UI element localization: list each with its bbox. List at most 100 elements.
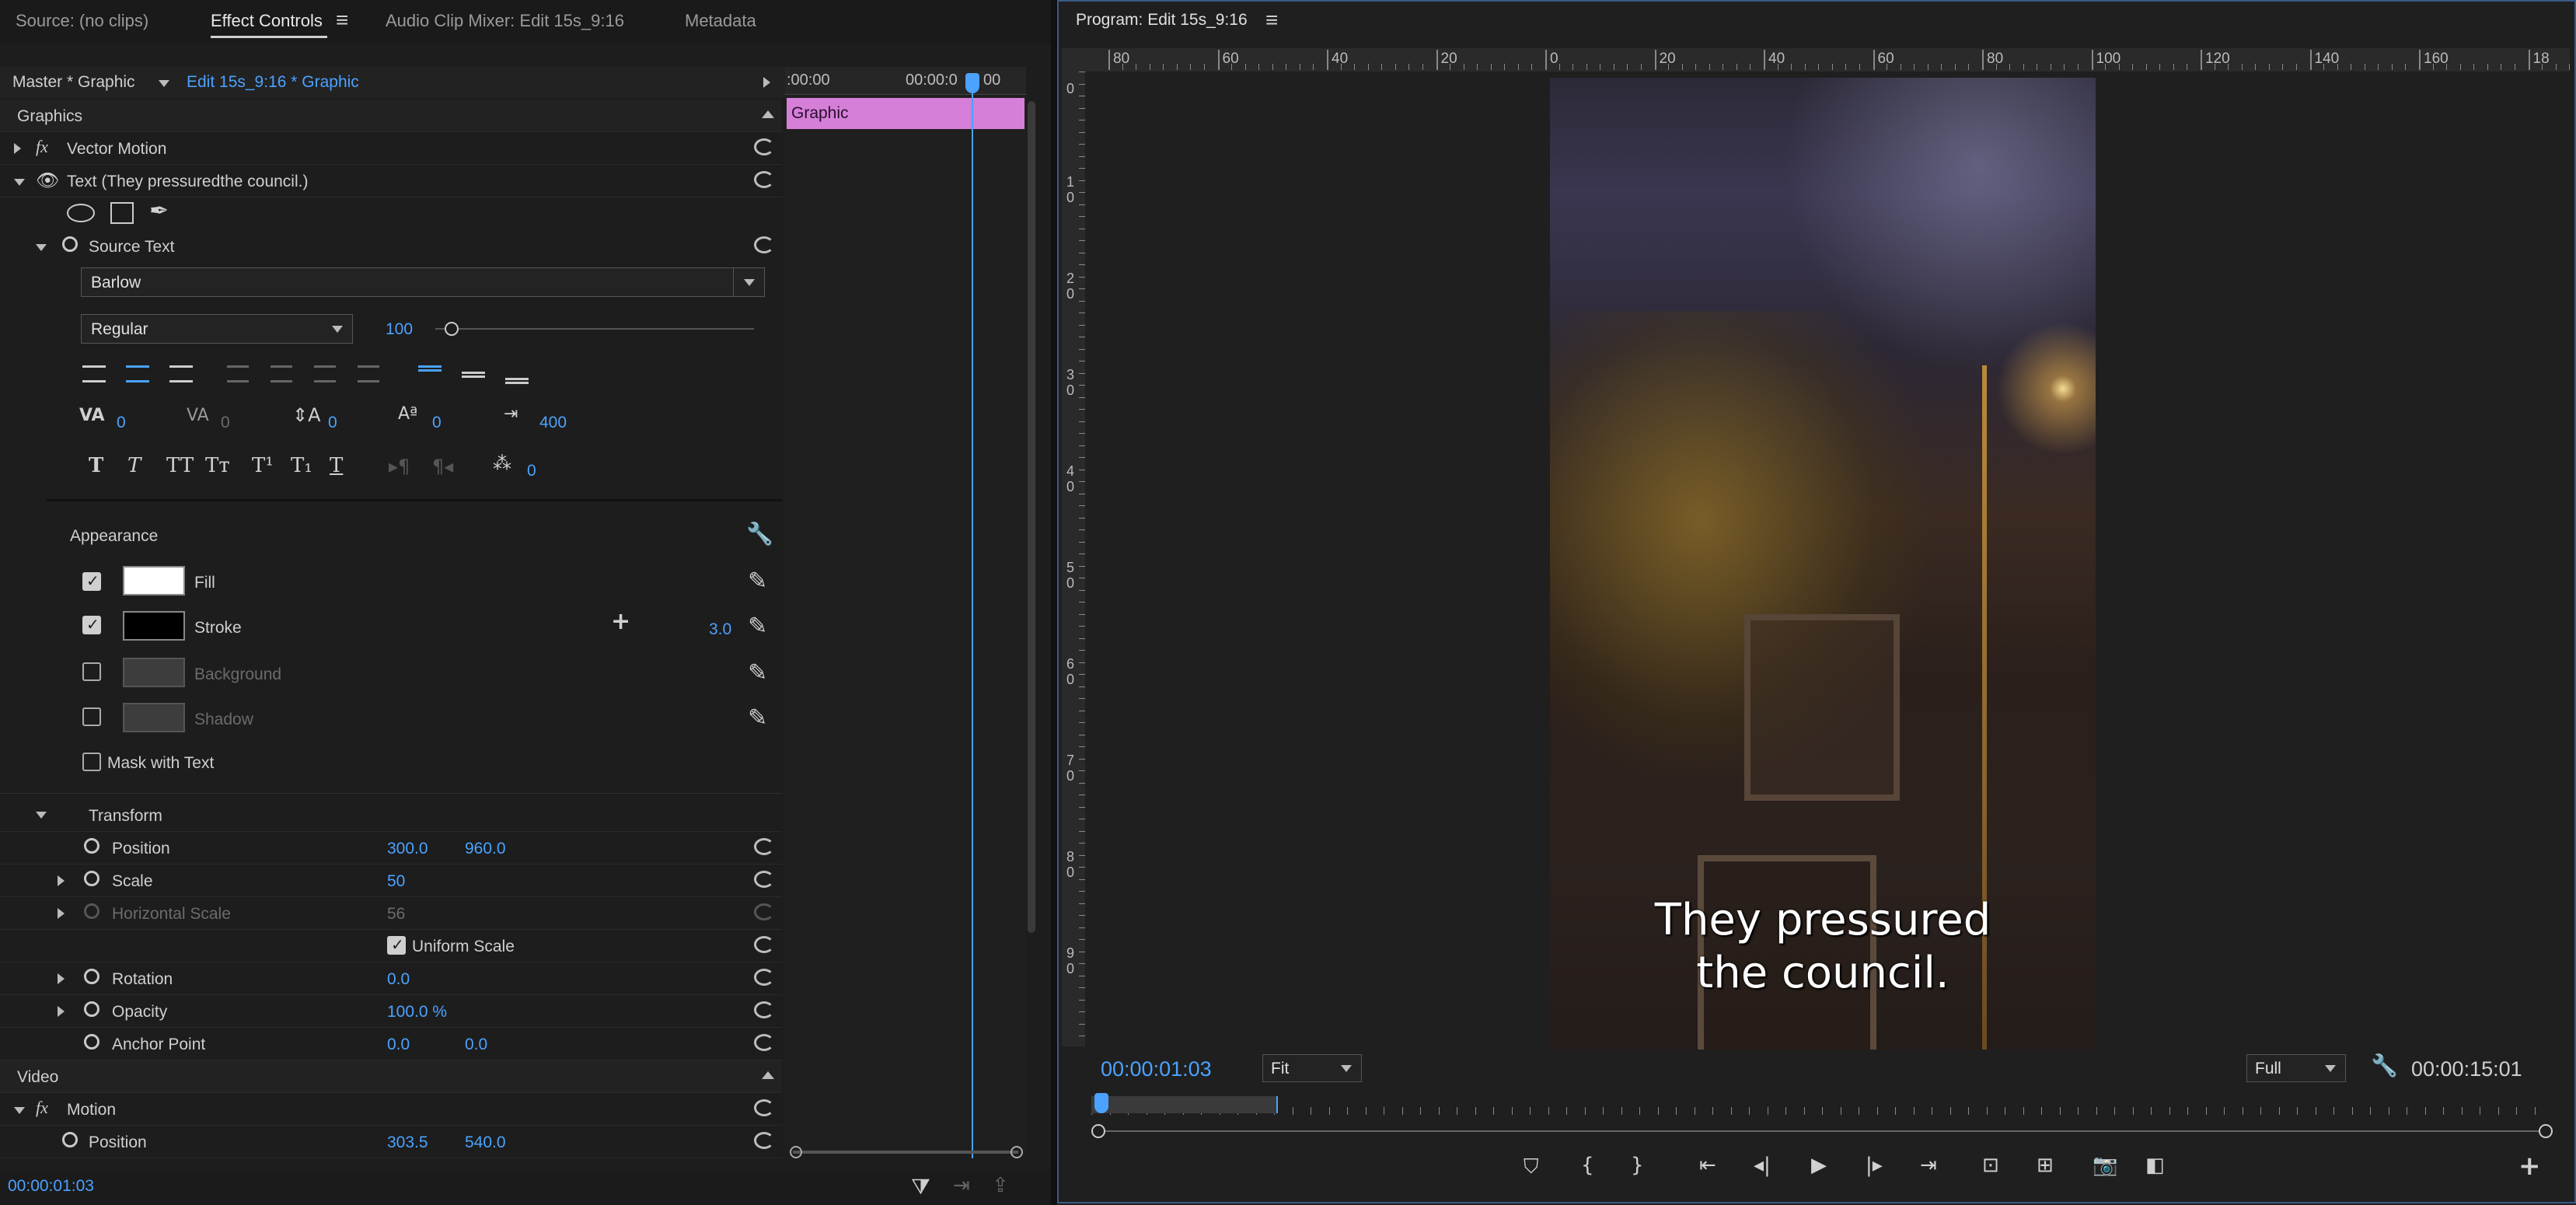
- font-family-dropdown[interactable]: Barlow: [81, 267, 765, 297]
- align-middle-icon[interactable]: [462, 372, 485, 378]
- expand-icon[interactable]: [58, 875, 65, 886]
- faux-italic-icon[interactable]: T: [127, 454, 141, 477]
- fx-icon[interactable]: fx: [36, 1098, 48, 1118]
- footer-timecode[interactable]: 00:00:01:03: [8, 1177, 94, 1196]
- step-back-icon[interactable]: ◂|: [1754, 1154, 1771, 1177]
- reset-icon[interactable]: [754, 171, 774, 188]
- tracking-icon[interactable]: VA: [187, 406, 209, 425]
- ripple-icon[interactable]: ⇥: [953, 1174, 970, 1197]
- mini-timeline-ruler[interactable]: :00:00 00:00:0 00: [785, 67, 1026, 95]
- zoom-dropdown[interactable]: Fit: [1262, 1054, 1362, 1082]
- program-timecode[interactable]: 00:00:01:03: [1101, 1057, 1212, 1081]
- position-y-value[interactable]: 960.0: [465, 840, 506, 858]
- motion-position-x-value[interactable]: 303.5: [387, 1133, 428, 1152]
- reset-icon[interactable]: [754, 1099, 774, 1116]
- tab-width-value[interactable]: 400: [539, 414, 567, 432]
- overwrite-icon[interactable]: ⊞: [2037, 1154, 2054, 1177]
- ellipse-mask-icon[interactable]: [67, 204, 95, 222]
- master-clip-label[interactable]: Master * Graphic: [12, 73, 135, 92]
- export-icon[interactable]: ⇪: [992, 1174, 1009, 1197]
- motion-position-y-value[interactable]: 540.0: [465, 1133, 506, 1152]
- text-layer-row[interactable]: 👁 Text (They pressuredthe council.): [0, 165, 782, 197]
- eyedropper-icon[interactable]: ✎: [748, 704, 767, 732]
- collapse-icon[interactable]: [36, 812, 47, 819]
- stopwatch-icon[interactable]: [84, 969, 99, 984]
- justify-last-left-icon[interactable]: [227, 365, 249, 382]
- insert-icon[interactable]: ⊡: [1982, 1154, 1999, 1177]
- horizontal-scale-value[interactable]: 56: [387, 905, 405, 924]
- comparison-view-icon[interactable]: ◧: [2145, 1154, 2165, 1177]
- expand-icon[interactable]: [58, 973, 65, 984]
- add-marker-icon[interactable]: ⛉: [1524, 1155, 1539, 1179]
- playback-resolution-dropdown[interactable]: Full: [2246, 1054, 2346, 1082]
- ltr-icon[interactable]: ▸¶: [389, 456, 410, 477]
- justify-all-icon[interactable]: [358, 365, 379, 382]
- stopwatch-icon[interactable]: [84, 903, 99, 919]
- position-x-value[interactable]: 300.0: [387, 840, 428, 858]
- stopwatch-icon[interactable]: [62, 236, 78, 252]
- tab-effect-controls[interactable]: Effect Controls: [211, 11, 323, 31]
- collapse-up-icon[interactable]: [762, 110, 774, 118]
- mini-timeline-scrollbar[interactable]: [793, 1151, 1018, 1154]
- leading-value[interactable]: 0: [328, 414, 337, 432]
- caption-text[interactable]: They pressured the council.: [1550, 894, 2096, 1000]
- underline-icon[interactable]: T: [330, 454, 343, 477]
- panel-separator[interactable]: [1051, 0, 1057, 1205]
- video-frame[interactable]: They pressured the council.: [1550, 78, 2096, 1050]
- transform-header[interactable]: Transform: [0, 799, 782, 832]
- fill-checkbox[interactable]: [82, 571, 101, 591]
- align-left-icon[interactable]: [82, 365, 106, 382]
- justify-last-center-icon[interactable]: [271, 365, 292, 382]
- tab-metadata[interactable]: Metadata: [685, 11, 756, 31]
- expand-icon[interactable]: [58, 1006, 65, 1017]
- add-stroke-icon[interactable]: +: [611, 608, 630, 635]
- settings-wrench-icon[interactable]: 🔧: [2371, 1053, 2398, 1078]
- font-size-slider-track[interactable]: [435, 328, 754, 330]
- play-only-icon[interactable]: [763, 77, 770, 88]
- rectangle-mask-icon[interactable]: [110, 202, 134, 224]
- fill-color-swatch[interactable]: [123, 566, 185, 596]
- mark-out-icon[interactable]: }: [1631, 1154, 1644, 1177]
- chevron-down-icon[interactable]: [159, 80, 169, 87]
- stopwatch-icon[interactable]: [84, 871, 99, 886]
- fx-icon[interactable]: fx: [36, 137, 48, 157]
- tab-audio-clip-mixer[interactable]: Audio Clip Mixer: Edit 15s_9:16: [386, 11, 624, 31]
- stroke-width-value[interactable]: 3.0: [709, 620, 731, 639]
- program-playhead[interactable]: [1094, 1093, 1108, 1113]
- uniform-scale-checkbox[interactable]: [387, 935, 406, 955]
- baseline-shift-value[interactable]: 0: [432, 414, 442, 432]
- anchor-y-value[interactable]: 0.0: [465, 1036, 487, 1054]
- anchor-x-value[interactable]: 0.0: [387, 1036, 410, 1054]
- play-icon[interactable]: ▶: [1811, 1154, 1827, 1177]
- sequence-clip-label[interactable]: Edit 15s_9:16 * Graphic: [187, 73, 359, 92]
- eyedropper-icon[interactable]: ✎: [748, 613, 767, 640]
- opacity-value[interactable]: 100.0 %: [387, 1003, 447, 1022]
- align-top-icon[interactable]: [418, 365, 442, 372]
- collapse-icon[interactable]: [14, 1107, 25, 1114]
- stopwatch-icon[interactable]: [62, 1132, 78, 1147]
- stroke-checkbox[interactable]: [82, 615, 101, 634]
- mini-playhead-handle[interactable]: [965, 73, 979, 93]
- stopwatch-icon[interactable]: [84, 1001, 99, 1017]
- justify-last-right-icon[interactable]: [314, 365, 336, 382]
- rotation-value[interactable]: 0.0: [387, 970, 410, 989]
- tab-width-icon[interactable]: ⇥: [504, 404, 518, 424]
- mark-in-icon[interactable]: {: [1581, 1154, 1594, 1177]
- scroll-handle-right[interactable]: [1011, 1146, 1023, 1158]
- align-center-icon[interactable]: [126, 365, 149, 382]
- align-bottom-icon[interactable]: [505, 378, 529, 384]
- scroll-handle-left[interactable]: [790, 1146, 802, 1158]
- tsume-icon[interactable]: ⁂: [493, 452, 511, 474]
- mask-with-text-checkbox[interactable]: [82, 753, 101, 771]
- superscript-icon[interactable]: T¹: [252, 454, 274, 477]
- program-title[interactable]: Program: Edit 15s_9:16: [1076, 11, 1248, 30]
- program-menu-icon[interactable]: ≡: [1265, 8, 1278, 33]
- vector-motion-row[interactable]: fx Vector Motion: [0, 132, 782, 165]
- go-to-in-icon[interactable]: ⇤: [1699, 1154, 1716, 1177]
- reset-icon[interactable]: [754, 1034, 774, 1051]
- eye-icon[interactable]: 👁: [36, 169, 59, 191]
- filter-icon[interactable]: ⧩: [911, 1174, 930, 1200]
- reset-icon[interactable]: [754, 838, 774, 855]
- step-forward-icon[interactable]: |▸: [1866, 1154, 1883, 1177]
- eyedropper-icon[interactable]: ✎: [748, 659, 767, 686]
